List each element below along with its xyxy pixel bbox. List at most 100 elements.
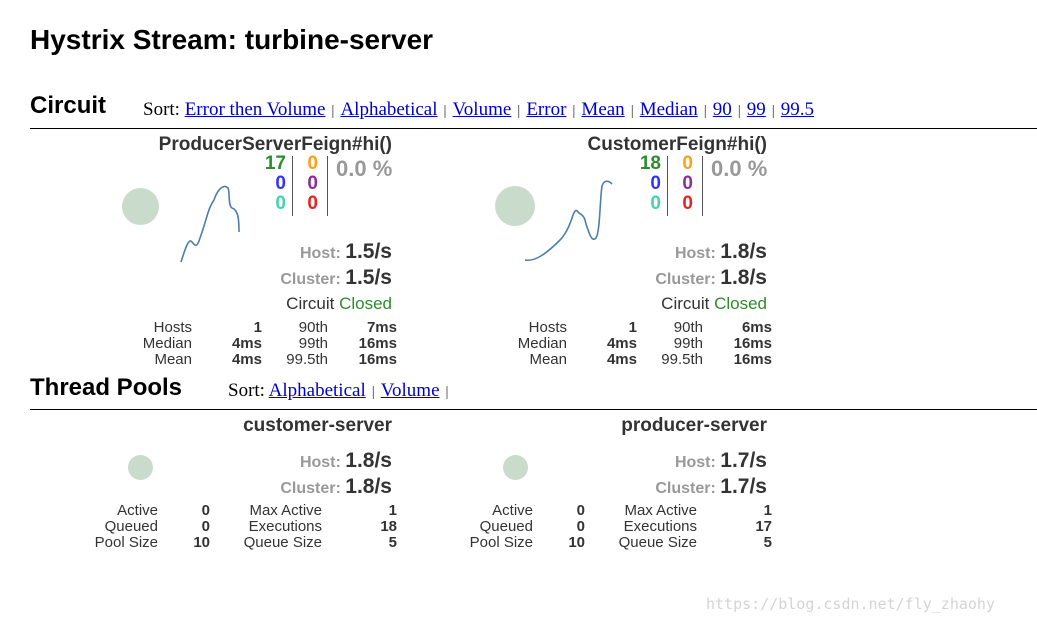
timeout-count: 0 — [682, 153, 693, 174]
executions-label: Executions — [623, 518, 697, 535]
pool-size-label: Pool Size — [469, 534, 533, 551]
error-percentage: 0.0 % — [336, 156, 393, 181]
cluster-rate: Cluster: 1.8/s — [280, 475, 392, 499]
p995-label: 99.5th — [661, 351, 703, 368]
failure-count: 0 — [307, 193, 318, 214]
active-label: Active — [117, 502, 158, 519]
mean-value: 4ms — [606, 351, 637, 368]
circuit-section-title: Circuit — [30, 92, 107, 119]
sort-separator: | — [331, 103, 335, 119]
stats-row: Hosts 1 90th 7ms — [130, 320, 397, 336]
sort-alphabetical-link[interactable]: Alphabetical — [340, 99, 437, 120]
sort-99-5-link[interactable]: 99.5 — [781, 99, 814, 120]
health-circle — [128, 455, 153, 480]
stats-row: Mean 4ms 99.5th 16ms — [130, 352, 397, 368]
error-percentage: 0.0 % — [711, 156, 768, 181]
counters-left: 17 0 0 — [256, 154, 286, 214]
sort-alphabetical-link[interactable]: Alphabetical — [269, 380, 366, 401]
cluster-rate-label: Cluster: — [280, 271, 341, 288]
active-value: 0 — [576, 502, 585, 519]
sort-90-link[interactable]: 90 — [713, 99, 732, 120]
circuit-monitor-customerfeign[interactable]: CustomerFeign#hi() 18 0 0 0 0 0 0.0 % Ho… — [395, 134, 775, 374]
sort-label: Sort: — [143, 99, 180, 120]
max-active-value: 1 — [763, 502, 772, 519]
queue-size-value: 5 — [388, 534, 397, 551]
sort-label: Sort: — [228, 380, 265, 401]
thread-pool-stats-table: Active 0 Max Active 1 Queued 0 Execution… — [88, 503, 397, 551]
queued-label: Queued — [104, 518, 158, 535]
timeout-count: 0 — [307, 153, 318, 174]
active-value: 0 — [201, 502, 210, 519]
hosts-value: 1 — [628, 319, 637, 336]
queue-size-value: 5 — [763, 534, 772, 551]
hosts-value: 1 — [253, 319, 262, 336]
host-rate: Host: 1.5/s — [300, 240, 392, 264]
p995-value: 16ms — [733, 351, 772, 368]
queued-label: Queued — [479, 518, 533, 535]
counter-divider — [667, 156, 668, 216]
p90-label: 90th — [298, 319, 328, 336]
stats-row: Hosts 1 90th 6ms — [505, 320, 772, 336]
rejected-count: 0 — [307, 173, 318, 194]
p90-value: 6ms — [741, 319, 772, 336]
bad-request-count: 0 — [275, 193, 286, 214]
rejected-count: 0 — [682, 173, 693, 194]
circuit-status-label: Circuit — [661, 294, 710, 313]
cluster-rate: Cluster: 1.8/s — [655, 266, 767, 290]
short-circuited-count: 0 — [650, 173, 661, 194]
median-label: Median — [517, 335, 567, 352]
thread-pool-name: customer-server — [243, 415, 392, 436]
pool-size-label: Pool Size — [94, 534, 158, 551]
counter-divider — [702, 156, 703, 216]
circuit-state: Closed — [714, 294, 767, 313]
sort-99-link[interactable]: 99 — [747, 99, 766, 120]
p90-label: 90th — [673, 319, 703, 336]
hosts-label: Hosts — [528, 319, 567, 336]
host-rate-label: Host: — [299, 245, 341, 262]
stats-row: Queued 0 Executions 18 — [88, 519, 397, 535]
sort-separator: | — [703, 103, 707, 119]
watermark: https://blog.csdn.net/fly_zhaohy — [706, 595, 995, 613]
circuit-status: Circuit Closed — [661, 294, 767, 314]
page-title: Hystrix Stream: turbine-server — [30, 24, 434, 55]
thread-pools-sort-bar: Sort: Alphabetical | Volume | — [228, 380, 455, 402]
circuit-monitor-producerserverfeign[interactable]: ProducerServerFeign#hi() 17 0 0 0 0 0 0.… — [20, 134, 400, 374]
host-rate-label: Host: — [674, 454, 716, 471]
sort-separator: | — [630, 103, 634, 119]
sort-error-then-volume-link[interactable]: Error then Volume — [185, 99, 326, 120]
max-active-value: 1 — [388, 502, 397, 519]
stats-row: Queued 0 Executions 17 — [463, 519, 772, 535]
stats-row: Median 4ms 99th 16ms — [130, 336, 397, 352]
sort-volume-link[interactable]: Volume — [381, 380, 440, 401]
executions-value: 18 — [380, 518, 397, 535]
cluster-rate-value: 1.8/s — [720, 266, 767, 289]
request-rate-sparkline — [524, 180, 613, 262]
cluster-rate-value: 1.5/s — [345, 266, 392, 289]
p99-label: 99th — [298, 335, 328, 352]
thread-pool-monitor-customer-server[interactable]: customer-server Host: 1.8/s Cluster: 1.8… — [20, 415, 400, 555]
cluster-rate: Cluster: 1.7/s — [655, 475, 767, 499]
counters-left: 18 0 0 — [631, 154, 661, 214]
p995-label: 99.5th — [286, 351, 328, 368]
thread-pools-divider — [30, 409, 1037, 410]
health-circle — [503, 455, 528, 480]
host-rate-label: Host: — [674, 245, 716, 262]
sort-separator: | — [371, 384, 375, 400]
host-rate: Host: 1.8/s — [675, 240, 767, 264]
host-rate-value: 1.8/s — [345, 449, 392, 472]
host-rate: Host: 1.7/s — [675, 449, 767, 473]
pool-size-value: 10 — [193, 534, 210, 551]
sort-volume-link[interactable]: Volume — [453, 99, 512, 120]
counter-divider — [327, 156, 328, 216]
circuit-state: Closed — [339, 294, 392, 313]
success-count: 17 — [264, 153, 286, 174]
cluster-rate-value: 1.8/s — [345, 475, 392, 498]
sort-median-link[interactable]: Median — [640, 99, 698, 120]
sort-mean-link[interactable]: Mean — [581, 99, 624, 120]
cluster-rate-label: Cluster: — [655, 480, 716, 497]
sort-error-link[interactable]: Error — [526, 99, 566, 120]
circuit-status: Circuit Closed — [286, 294, 392, 314]
thread-pool-monitor-producer-server[interactable]: producer-server Host: 1.7/s Cluster: 1.7… — [395, 415, 775, 555]
sort-separator: | — [737, 103, 741, 119]
circuit-divider — [30, 128, 1037, 129]
